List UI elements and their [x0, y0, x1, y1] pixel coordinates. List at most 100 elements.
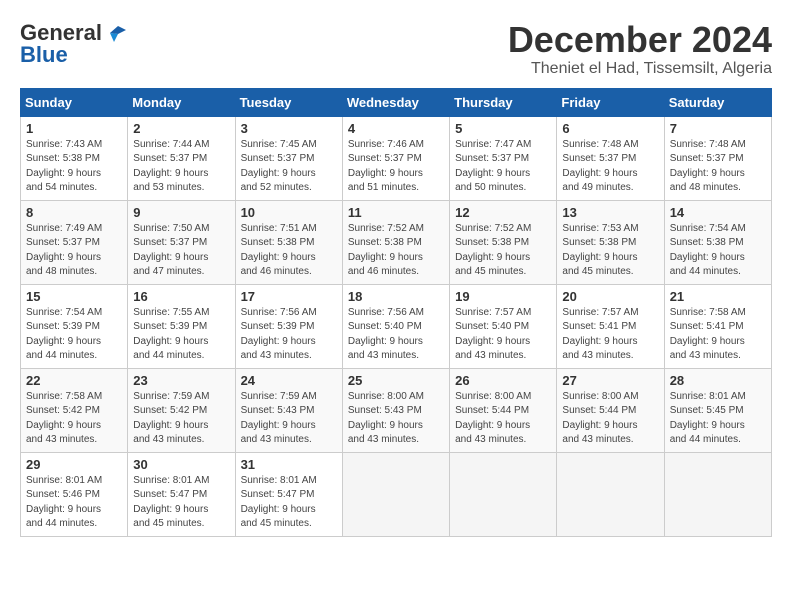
- day-number: 20: [562, 289, 658, 304]
- day-number: 25: [348, 373, 444, 388]
- day-number: 1: [26, 121, 122, 136]
- location: Theniet el Had, Tissemsilt, Algeria: [508, 60, 772, 78]
- day-detail: Sunrise: 8:01 AMSunset: 5:47 PMDaylight:…: [133, 474, 229, 532]
- calendar-cell: 8 Sunrise: 7:49 AMSunset: 5:37 PMDaylight…: [21, 200, 128, 284]
- day-detail: Sunrise: 7:53 AMSunset: 5:38 PMDaylight:…: [562, 222, 658, 280]
- day-number: 12: [455, 205, 551, 220]
- weekday-header: Thursday: [450, 88, 557, 116]
- title-block: December 2024 Theniet el Had, Tissemsilt…: [508, 20, 772, 78]
- day-detail: Sunrise: 7:48 AMSunset: 5:37 PMDaylight:…: [670, 138, 766, 196]
- day-number: 13: [562, 205, 658, 220]
- calendar-cell: 18Sunrise: 7:56 AMSunset: 5:40 PMDayligh…: [342, 284, 449, 368]
- day-detail: Sunrise: 7:57 AMSunset: 5:41 PMDaylight:…: [562, 306, 658, 364]
- day-detail: Sunrise: 7:58 AMSunset: 5:42 PMDaylight:…: [26, 390, 122, 448]
- day-detail: Sunrise: 8:01 AMSunset: 5:46 PMDaylight:…: [26, 474, 122, 532]
- calendar-cell: 9 Sunrise: 7:50 AMSunset: 5:37 PMDaylight…: [128, 200, 235, 284]
- calendar-week-row: 15Sunrise: 7:54 AMSunset: 5:39 PMDayligh…: [21, 284, 772, 368]
- day-detail: Sunrise: 7:44 AMSunset: 5:37 PMDaylight:…: [133, 138, 229, 196]
- day-detail: Sunrise: 7:59 AMSunset: 5:42 PMDaylight:…: [133, 390, 229, 448]
- day-detail: Sunrise: 8:01 AMSunset: 5:45 PMDaylight:…: [670, 390, 766, 448]
- day-detail: Sunrise: 7:56 AMSunset: 5:40 PMDaylight:…: [348, 306, 444, 364]
- day-number: 5: [455, 121, 551, 136]
- calendar-cell: 26 Sunrise: 8:00 AMSunset: 5:44 PMDayligh…: [450, 368, 557, 452]
- day-number: 30: [133, 457, 229, 472]
- day-number: 3: [241, 121, 337, 136]
- day-number: 31: [241, 457, 337, 472]
- day-number: 28: [670, 373, 766, 388]
- calendar-week-row: 29 Sunrise: 8:01 AMSunset: 5:46 PMDayligh…: [21, 452, 772, 536]
- weekday-header: Wednesday: [342, 88, 449, 116]
- calendar-cell: 10 Sunrise: 7:51 AMSunset: 5:38 PMDayligh…: [235, 200, 342, 284]
- day-detail: Sunrise: 7:59 AMSunset: 5:43 PMDaylight:…: [241, 390, 337, 448]
- day-number: 17: [241, 289, 337, 304]
- day-number: 21: [670, 289, 766, 304]
- calendar-cell: 5Sunrise: 7:47 AMSunset: 5:37 PMDaylight…: [450, 116, 557, 200]
- calendar-cell: 23Sunrise: 7:59 AMSunset: 5:42 PMDayligh…: [128, 368, 235, 452]
- calendar-cell: 16 Sunrise: 7:55 AMSunset: 5:39 PMDayligh…: [128, 284, 235, 368]
- day-number: 9: [133, 205, 229, 220]
- day-number: 22: [26, 373, 122, 388]
- day-number: 29: [26, 457, 122, 472]
- day-number: 8: [26, 205, 122, 220]
- day-detail: Sunrise: 7:51 AMSunset: 5:38 PMDaylight:…: [241, 222, 337, 280]
- weekday-header: Sunday: [21, 88, 128, 116]
- day-number: 7: [670, 121, 766, 136]
- day-number: 11: [348, 205, 444, 220]
- day-number: 6: [562, 121, 658, 136]
- day-detail: Sunrise: 7:58 AMSunset: 5:41 PMDaylight:…: [670, 306, 766, 364]
- day-number: 26: [455, 373, 551, 388]
- logo: General Blue: [20, 20, 126, 68]
- day-detail: Sunrise: 8:00 AMSunset: 5:44 PMDaylight:…: [455, 390, 551, 448]
- day-detail: Sunrise: 7:45 AMSunset: 5:37 PMDaylight:…: [241, 138, 337, 196]
- calendar-cell: 22 Sunrise: 7:58 AMSunset: 5:42 PMDayligh…: [21, 368, 128, 452]
- weekday-header: Saturday: [664, 88, 771, 116]
- month-title: December 2024: [508, 20, 772, 60]
- calendar-cell: 20 Sunrise: 7:57 AMSunset: 5:41 PMDayligh…: [557, 284, 664, 368]
- page-header: General Blue December 2024 Theniet el Ha…: [20, 20, 772, 78]
- day-detail: Sunrise: 7:52 AMSunset: 5:38 PMDaylight:…: [348, 222, 444, 280]
- day-detail: Sunrise: 7:49 AMSunset: 5:37 PMDaylight:…: [26, 222, 122, 280]
- day-detail: Sunrise: 7:54 AMSunset: 5:39 PMDaylight:…: [26, 306, 122, 364]
- logo-blue: Blue: [20, 42, 68, 68]
- calendar-cell: 4Sunrise: 7:46 AMSunset: 5:37 PMDaylight…: [342, 116, 449, 200]
- day-detail: Sunrise: 7:46 AMSunset: 5:37 PMDaylight:…: [348, 138, 444, 196]
- header-row: SundayMondayTuesdayWednesdayThursdayFrid…: [21, 88, 772, 116]
- day-number: 2: [133, 121, 229, 136]
- day-detail: Sunrise: 7:48 AMSunset: 5:37 PMDaylight:…: [562, 138, 658, 196]
- calendar-cell: 15Sunrise: 7:54 AMSunset: 5:39 PMDayligh…: [21, 284, 128, 368]
- calendar-cell: 21 Sunrise: 7:58 AMSunset: 5:41 PMDayligh…: [664, 284, 771, 368]
- day-number: 19: [455, 289, 551, 304]
- day-number: 24: [241, 373, 337, 388]
- calendar-cell: 17 Sunrise: 7:56 AMSunset: 5:39 PMDayligh…: [235, 284, 342, 368]
- calendar-cell: 2 Sunrise: 7:44 AMSunset: 5:37 PMDaylight…: [128, 116, 235, 200]
- calendar-cell: 27Sunrise: 8:00 AMSunset: 5:44 PMDayligh…: [557, 368, 664, 452]
- weekday-header: Tuesday: [235, 88, 342, 116]
- calendar-cell: 29 Sunrise: 8:01 AMSunset: 5:46 PMDayligh…: [21, 452, 128, 536]
- calendar-cell: [342, 452, 449, 536]
- calendar-cell: 6 Sunrise: 7:48 AMSunset: 5:37 PMDaylight…: [557, 116, 664, 200]
- day-number: 14: [670, 205, 766, 220]
- calendar-cell: 25Sunrise: 8:00 AMSunset: 5:43 PMDayligh…: [342, 368, 449, 452]
- day-detail: Sunrise: 7:55 AMSunset: 5:39 PMDaylight:…: [133, 306, 229, 364]
- calendar-cell: 3 Sunrise: 7:45 AMSunset: 5:37 PMDaylight…: [235, 116, 342, 200]
- calendar-cell: 28 Sunrise: 8:01 AMSunset: 5:45 PMDayligh…: [664, 368, 771, 452]
- calendar-cell: 24 Sunrise: 7:59 AMSunset: 5:43 PMDayligh…: [235, 368, 342, 452]
- day-detail: Sunrise: 7:56 AMSunset: 5:39 PMDaylight:…: [241, 306, 337, 364]
- calendar-cell: 19Sunrise: 7:57 AMSunset: 5:40 PMDayligh…: [450, 284, 557, 368]
- logo-bird-icon: [104, 24, 126, 42]
- day-detail: Sunrise: 7:50 AMSunset: 5:37 PMDaylight:…: [133, 222, 229, 280]
- day-number: 27: [562, 373, 658, 388]
- calendar-cell: 12Sunrise: 7:52 AMSunset: 5:38 PMDayligh…: [450, 200, 557, 284]
- calendar-cell: 31 Sunrise: 8:01 AMSunset: 5:47 PMDayligh…: [235, 452, 342, 536]
- calendar-cell: 1Sunrise: 7:43 AMSunset: 5:38 PMDaylight…: [21, 116, 128, 200]
- weekday-header: Friday: [557, 88, 664, 116]
- calendar-cell: 7 Sunrise: 7:48 AMSunset: 5:37 PMDaylight…: [664, 116, 771, 200]
- calendar-cell: [557, 452, 664, 536]
- day-number: 10: [241, 205, 337, 220]
- calendar-cell: 13 Sunrise: 7:53 AMSunset: 5:38 PMDayligh…: [557, 200, 664, 284]
- calendar-cell: 11 Sunrise: 7:52 AMSunset: 5:38 PMDayligh…: [342, 200, 449, 284]
- day-number: 16: [133, 289, 229, 304]
- calendar-cell: 30 Sunrise: 8:01 AMSunset: 5:47 PMDayligh…: [128, 452, 235, 536]
- calendar-week-row: 8 Sunrise: 7:49 AMSunset: 5:37 PMDaylight…: [21, 200, 772, 284]
- day-detail: Sunrise: 8:01 AMSunset: 5:47 PMDaylight:…: [241, 474, 337, 532]
